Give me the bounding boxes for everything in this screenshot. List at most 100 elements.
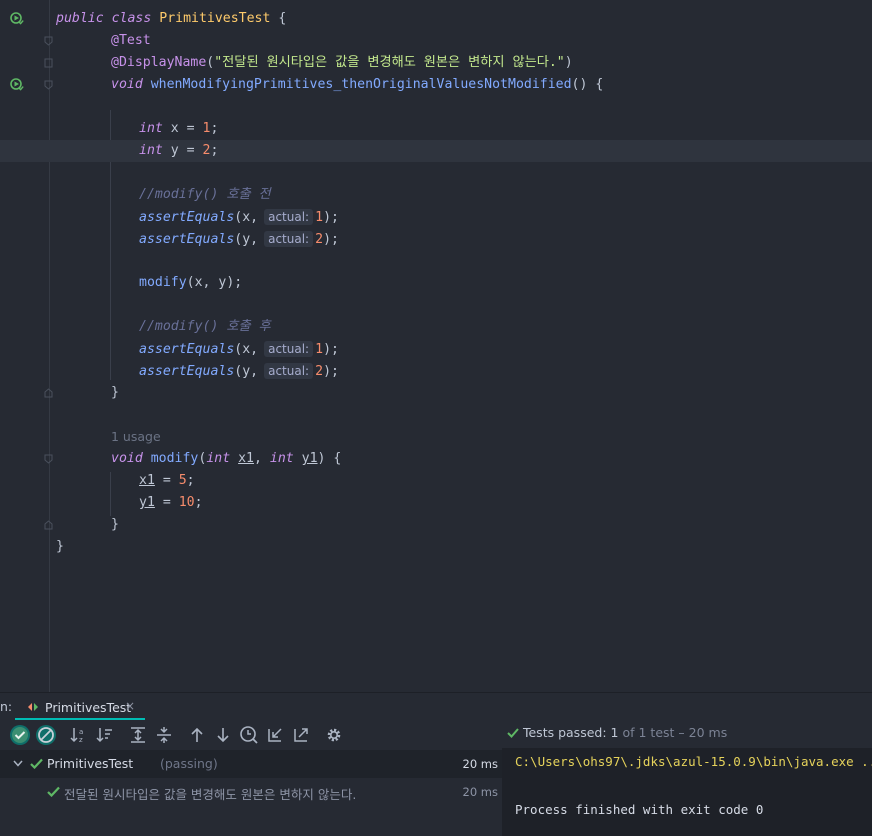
console-command-line[interactable]: C:\Users\ohs97\.jdks\azul-15.0.9\bin\jav… [515, 754, 872, 769]
total-count: of 1 test [622, 725, 675, 740]
keyword: int [139, 121, 163, 136]
annotation: @Test [111, 33, 151, 48]
tab-label: PrimitivesTest [45, 700, 132, 715]
test-duration: 20 ms [462, 757, 498, 771]
brace: { [270, 11, 287, 26]
brace: } [56, 539, 64, 554]
number-literal: 5 [178, 473, 187, 488]
keyword: void [111, 451, 143, 466]
previous-failed-test-icon[interactable] [186, 724, 208, 746]
code-line: assertEquals(y, actual: 2); [0, 228, 872, 250]
class-name: PrimitivesTest [159, 11, 271, 26]
code-text: = [154, 473, 179, 488]
usage-hint[interactable]: 1 usage [111, 426, 161, 448]
number-literal: 1 [315, 210, 324, 225]
run-tabbar: n: PrimitivesTest × [0, 692, 872, 721]
keyword: class [111, 11, 152, 26]
parameter: y1 [301, 451, 318, 466]
test-tree: PrimitivesTest (passing) 20 ms 전달된 원시타입은… [0, 748, 502, 836]
collapse-all-icon[interactable] [153, 724, 175, 746]
code-text: (y, [234, 232, 259, 247]
code-text: ; [194, 495, 203, 510]
code-text: (x, [234, 342, 259, 357]
method-call: assertEquals [139, 232, 235, 247]
test-method-name: 전달된 원시타입은 값을 변경해도 원본은 변하지 않는다. [64, 787, 357, 802]
code-text: ); [323, 364, 339, 379]
keyword: int [206, 451, 231, 466]
svg-text:a: a [79, 728, 83, 736]
parameter-hint: actual: [264, 341, 314, 357]
code-text: ); [323, 210, 339, 225]
code-text: (x, [234, 210, 259, 225]
passed-icon [30, 758, 43, 769]
code-line: x1 = 5; [0, 470, 872, 492]
sort-by-duration-icon[interactable] [94, 724, 116, 746]
close-icon[interactable]: × [125, 699, 135, 713]
code-text: ); [323, 232, 339, 247]
annotation: @DisplayName [111, 55, 207, 70]
sort-alphabetically-icon[interactable]: a z [68, 724, 90, 746]
status-separator: – [678, 725, 685, 740]
brace: } [111, 517, 119, 532]
code-line: //modify() 호출 전 [0, 184, 872, 206]
code-text: () { [571, 77, 604, 92]
next-failed-test-icon[interactable] [212, 724, 234, 746]
expand-all-icon[interactable] [127, 724, 149, 746]
test-history-icon[interactable] [238, 724, 260, 746]
check-icon [507, 728, 519, 738]
code-line: assertEquals(y, actual: 2); [0, 360, 872, 382]
code-line: //modify() 호출 후 [0, 316, 872, 338]
code-lens: 1 usage [0, 426, 872, 448]
parameter: y1 [139, 495, 155, 510]
number-literal: 1 [315, 342, 324, 357]
passed-icon [47, 786, 60, 797]
show-passed-icon[interactable] [9, 724, 31, 746]
import-tests-icon[interactable] [264, 724, 286, 746]
method-call: assertEquals [139, 364, 235, 379]
code-text: x = [162, 121, 203, 136]
status-prefix: Tests passed: [522, 725, 607, 740]
keyword: void [111, 77, 143, 92]
code-text: ; [210, 121, 219, 136]
code-text: = [154, 495, 179, 510]
passed-count: 1 [610, 725, 619, 740]
method-call: modify [139, 275, 187, 290]
method-call: assertEquals [139, 210, 235, 225]
console-exit-line: Process finished with exit code 0 [515, 802, 764, 817]
code-line: assertEquals(x, actual: 1); [0, 338, 872, 360]
comment: //modify() 호출 후 [139, 319, 271, 334]
code-line: void modify(int x1, int y1) { [0, 448, 872, 470]
code-line: @DisplayName("전달된 원시타입은 값을 변경해도 원본은 변하지 … [0, 52, 872, 74]
run-tab-primitivestest[interactable]: PrimitivesTest × [15, 693, 145, 721]
test-run-icon [28, 703, 38, 711]
code-line: assertEquals(x, actual: 1); [0, 206, 872, 228]
tool-window-title: n: [0, 699, 13, 714]
code-text: (y, [234, 364, 259, 379]
code-text: ) { [317, 451, 342, 466]
number-literal: 2 [315, 364, 324, 379]
number-literal: 10 [178, 495, 195, 510]
gear-icon[interactable] [323, 724, 345, 746]
method-name: modify [150, 451, 199, 466]
code-line: modify(x, y); [0, 272, 872, 294]
code-line: y1 = 10; [0, 492, 872, 514]
code-line: } [0, 514, 872, 536]
test-state: (passing) [160, 756, 218, 771]
keyword: int [269, 451, 294, 466]
test-tree-root-row[interactable]: PrimitivesTest (passing) 20 ms [0, 750, 502, 778]
code-text: , [253, 451, 270, 466]
code-line: } [0, 382, 872, 404]
chevron-down-icon[interactable] [13, 760, 23, 767]
test-tree-child-row[interactable]: 전달된 원시타입은 값을 변경해도 원본은 변하지 않는다. 20 ms [0, 778, 502, 806]
code-line: public class PrimitivesTest { [0, 8, 872, 30]
code-editor[interactable]: public class PrimitivesTest { @Test @Dis… [0, 0, 872, 692]
test-duration: 20 ms [462, 785, 498, 799]
code-text: ; [210, 143, 219, 158]
export-tests-icon[interactable] [290, 724, 312, 746]
keyword: int [139, 143, 163, 158]
show-ignored-icon[interactable] [35, 724, 57, 746]
tests-status: Tests passed: 1 of 1 test – 20 ms [507, 725, 727, 740]
console-output[interactable]: C:\Users\ohs97\.jdks\azul-15.0.9\bin\jav… [502, 748, 872, 836]
code-text: y = [162, 143, 203, 158]
keyword: public [56, 11, 104, 26]
